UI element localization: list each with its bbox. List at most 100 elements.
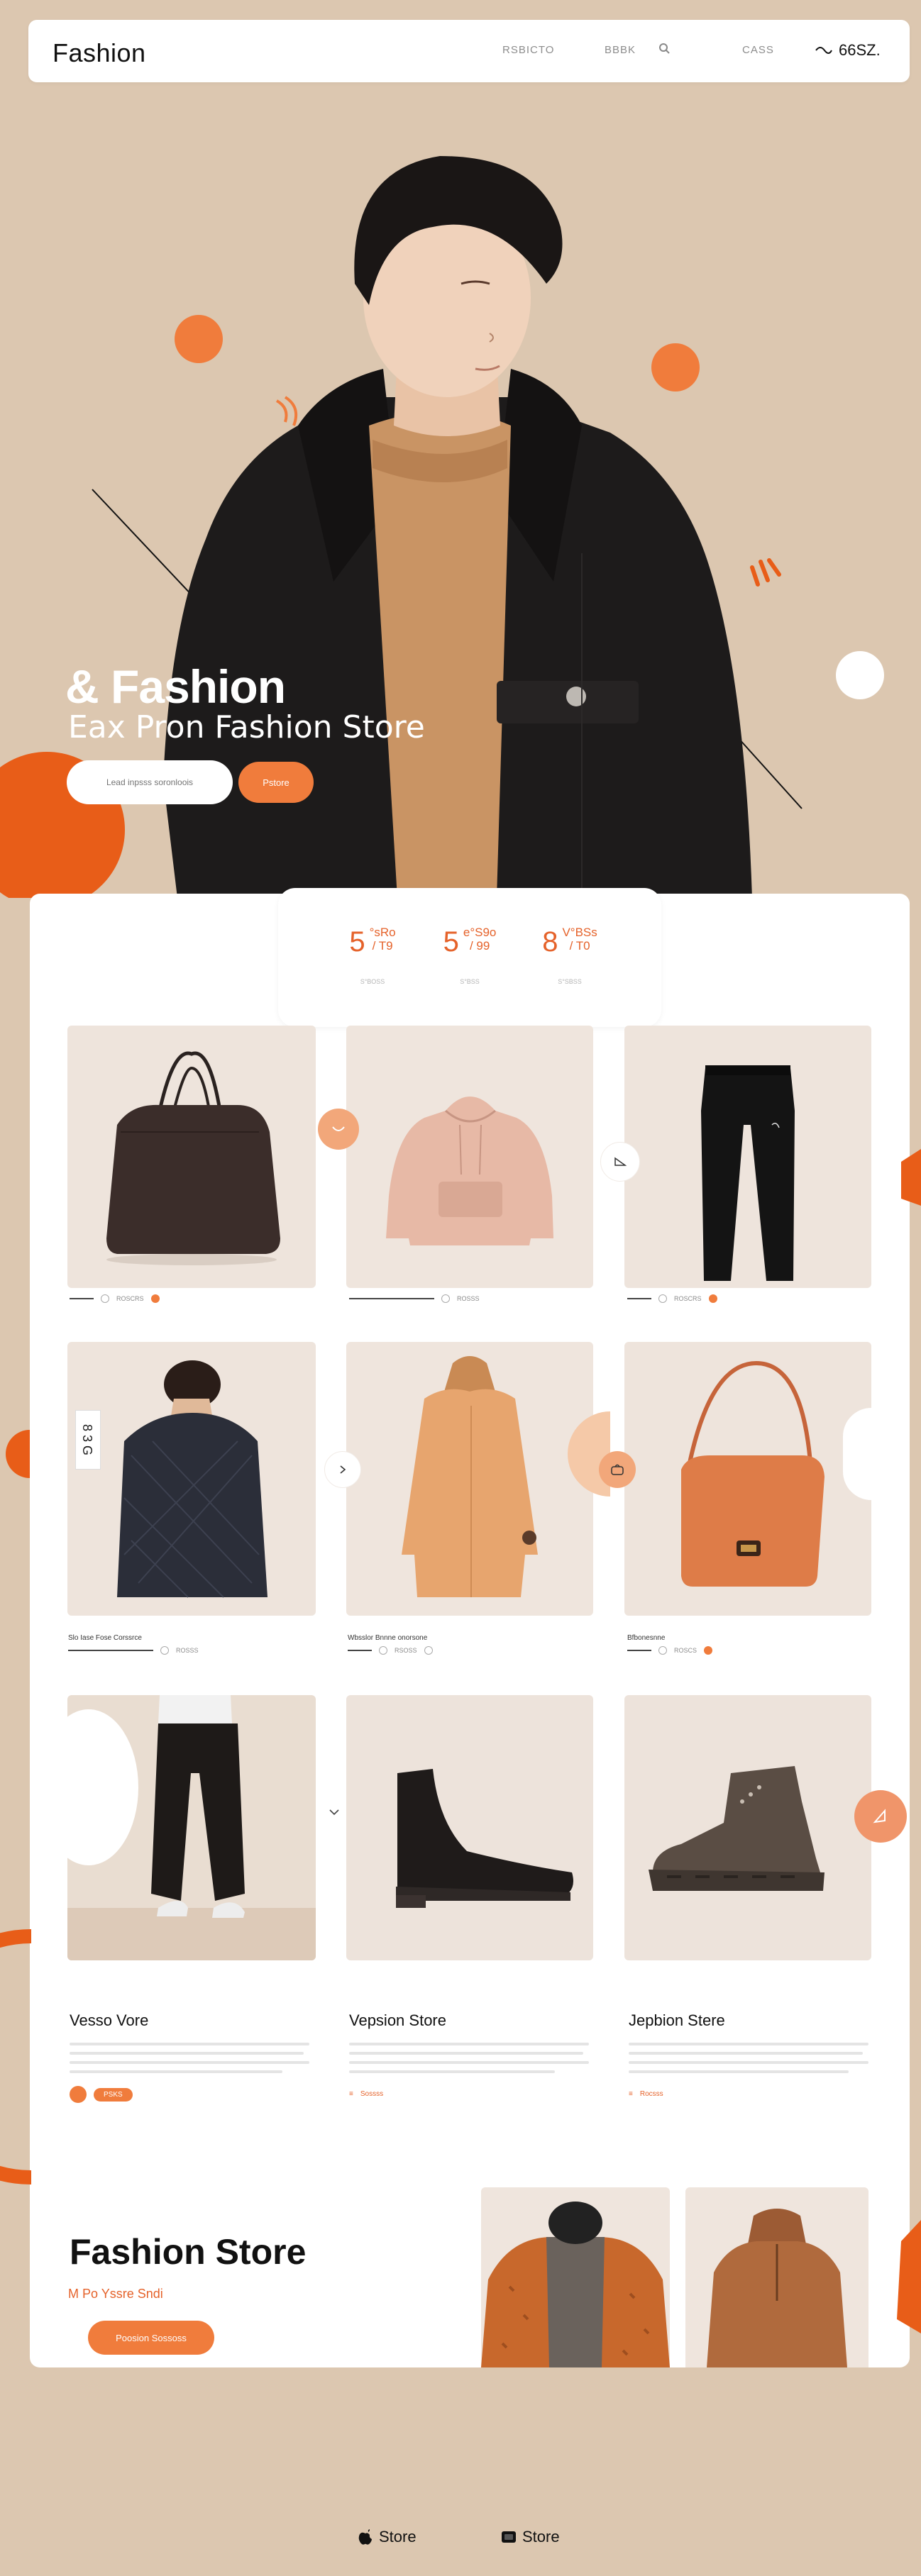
arrow-icon [332, 1126, 345, 1131]
product-handbag-tile[interactable] [624, 1342, 871, 1616]
pullover-image [707, 2209, 847, 2367]
heart-icon[interactable] [150, 1294, 160, 1303]
product-sneaker-tile[interactable] [624, 1695, 871, 1960]
product-handbag-meta-label: ROSCS [674, 1647, 697, 1654]
product-bag-meta-label: ROSCRS [116, 1295, 144, 1302]
nav-link-1[interactable]: RSBICTO [502, 44, 554, 56]
carousel-next-button-2[interactable] [324, 1451, 361, 1488]
promo-fur-jacket-tile[interactable] [481, 2187, 670, 2367]
footer-link-apple-store[interactable]: Store [358, 2528, 417, 2546]
stat-2: 5 e°S9o/ 99 S°BSS [420, 926, 519, 985]
trousers-look-image [67, 1695, 316, 1960]
product-jacket-meta-label: ROSSS [176, 1647, 199, 1654]
black-pants-image [701, 1065, 795, 1281]
nav-account[interactable]: 66SZ. [815, 41, 881, 60]
product-trousers-tile[interactable] [67, 1695, 316, 1960]
stat-2-value: 5 [443, 926, 459, 957]
feather-icon [873, 1809, 886, 1823]
top-navbar: Fashion RSBICTO BBBK CASS 66SZ. [28, 20, 910, 82]
brand-logo[interactable]: Fashion [53, 38, 146, 68]
stat-2-detail-bottom: / 99 [469, 938, 490, 953]
stat-1-value: 5 [349, 926, 365, 957]
search-icon[interactable] [657, 41, 673, 57]
store-column-2: Vepsion Store ≡ Sossss [349, 2011, 590, 2098]
stat-3-value: 8 [542, 926, 558, 957]
product-pants-meta-label: ROSCRS [674, 1295, 702, 1302]
hero-email-input[interactable] [67, 760, 233, 804]
promo-subtitle: M Po Yssre Sndi [68, 2287, 163, 2301]
footer-link-play-store[interactable]: Store [501, 2528, 560, 2546]
orange-handbag-image [681, 1360, 825, 1587]
nav-link-3[interactable]: CASS [742, 44, 774, 56]
fur-jacket-image [481, 2202, 670, 2367]
store-column-3: Jepbion Stere ≡ Rocsss [629, 2011, 870, 2098]
apple-icon [358, 2529, 372, 2545]
store-column-1-title: Vesso Vore [70, 2011, 149, 2029]
heart-icon[interactable] [708, 1294, 717, 1303]
stat-2-detail-top: e°S9o [463, 926, 497, 939]
wave-icon [815, 47, 832, 54]
product-coat-caption-block: Wbsslor Bnnne onorsone RSOSS [348, 1634, 433, 1655]
stat-2-label: S°BSS [460, 978, 480, 985]
feather-action-button[interactable] [854, 1790, 907, 1843]
store-column-2-title: Vepsion Store [349, 2011, 446, 2029]
product-coat-tile[interactable] [346, 1342, 593, 1616]
product-pants-meta: ROSCRS [627, 1294, 717, 1303]
tan-coat-image [402, 1356, 538, 1597]
store-column-1-button[interactable]: PSKS [94, 2087, 133, 2102]
side-tag-label: 8 3 G [75, 1410, 101, 1470]
deco-white-arc [843, 1408, 871, 1500]
hero-title: & Fashion [65, 660, 286, 713]
product-hoodie-tile[interactable] [346, 1026, 593, 1288]
stat-1-detail-bottom: / T9 [372, 938, 393, 953]
store-column-1: Vesso Vore PSKS [70, 2011, 311, 2103]
product-hoodie-meta-label: ROSSS [457, 1295, 480, 1302]
side-deco-right [901, 1149, 921, 1206]
side-deco-left [6, 1430, 30, 1478]
promo-title: Fashion Store [70, 2232, 307, 2272]
product-bag-meta: ROSCRS [70, 1294, 160, 1303]
product-handbag-caption: Bfbonesnne [627, 1634, 666, 1642]
product-coat-meta-label: RSOSS [395, 1647, 417, 1654]
product-jacket-caption-block: Slo Iase Fose Corssrce ROSSS [68, 1634, 199, 1655]
promo-cta-button[interactable]: Poosion Sossoss [88, 2321, 214, 2355]
product-handbag-caption-block: Bfbonesnne ROSCS [627, 1634, 713, 1655]
chevron-down-icon[interactable] [328, 1807, 341, 1821]
store-column-3-link[interactable]: Rocsss [640, 2090, 663, 2098]
carousel-next-button[interactable] [600, 1142, 640, 1182]
store-icon [502, 2531, 516, 2543]
product-jacket-caption: Slo Iase Fose Corssrce [68, 1634, 142, 1642]
stat-1-detail-top: °sRo [369, 926, 396, 939]
chevron-right-icon [340, 1465, 346, 1474]
promo-pullover-tile[interactable] [685, 2187, 868, 2367]
footer-link-play-label: Store [522, 2528, 560, 2546]
carousel-prev-button[interactable] [318, 1109, 359, 1150]
nav-link-2[interactable]: BBBK [605, 44, 636, 56]
stat-3-detail-top: V°BSs [562, 926, 597, 939]
heart-icon[interactable] [704, 1646, 713, 1655]
quilted-jacket-image [117, 1360, 268, 1598]
side-deco-left-large [0, 1929, 31, 2184]
product-pants-tile[interactable] [624, 1026, 871, 1288]
black-boot-image [396, 1769, 573, 1908]
stat-3-detail-bottom: / T0 [569, 938, 590, 953]
hero-cta-button[interactable]: Pstore [238, 762, 314, 803]
footer-link-apple-label: Store [379, 2528, 417, 2546]
bag-icon [611, 1464, 624, 1475]
send-icon [614, 1157, 627, 1166]
store-column-2-link[interactable]: Sossss [360, 2090, 383, 2098]
stat-3: 8 V°BSs / T0 S°SBSS [520, 926, 619, 985]
store-column-1-dot [70, 2086, 87, 2103]
bag-action-button[interactable] [599, 1451, 636, 1488]
side-deco-right-bottom [897, 2220, 921, 2333]
stat-3-label: S°SBSS [558, 978, 582, 985]
stat-1-label: S°BOSS [360, 978, 385, 985]
leather-bag-image [106, 1051, 280, 1265]
stat-1: 5 °sRo / T9 S°BOSS [323, 926, 422, 985]
product-bag-tile[interactable] [67, 1026, 316, 1288]
product-boot-tile[interactable] [346, 1695, 593, 1960]
hero-subtitle: Eax Pron Fashion Store [68, 709, 425, 745]
hiking-boot-image [649, 1766, 825, 1891]
product-jacket-tile[interactable] [67, 1342, 316, 1616]
pink-hoodie-image [386, 1097, 553, 1245]
